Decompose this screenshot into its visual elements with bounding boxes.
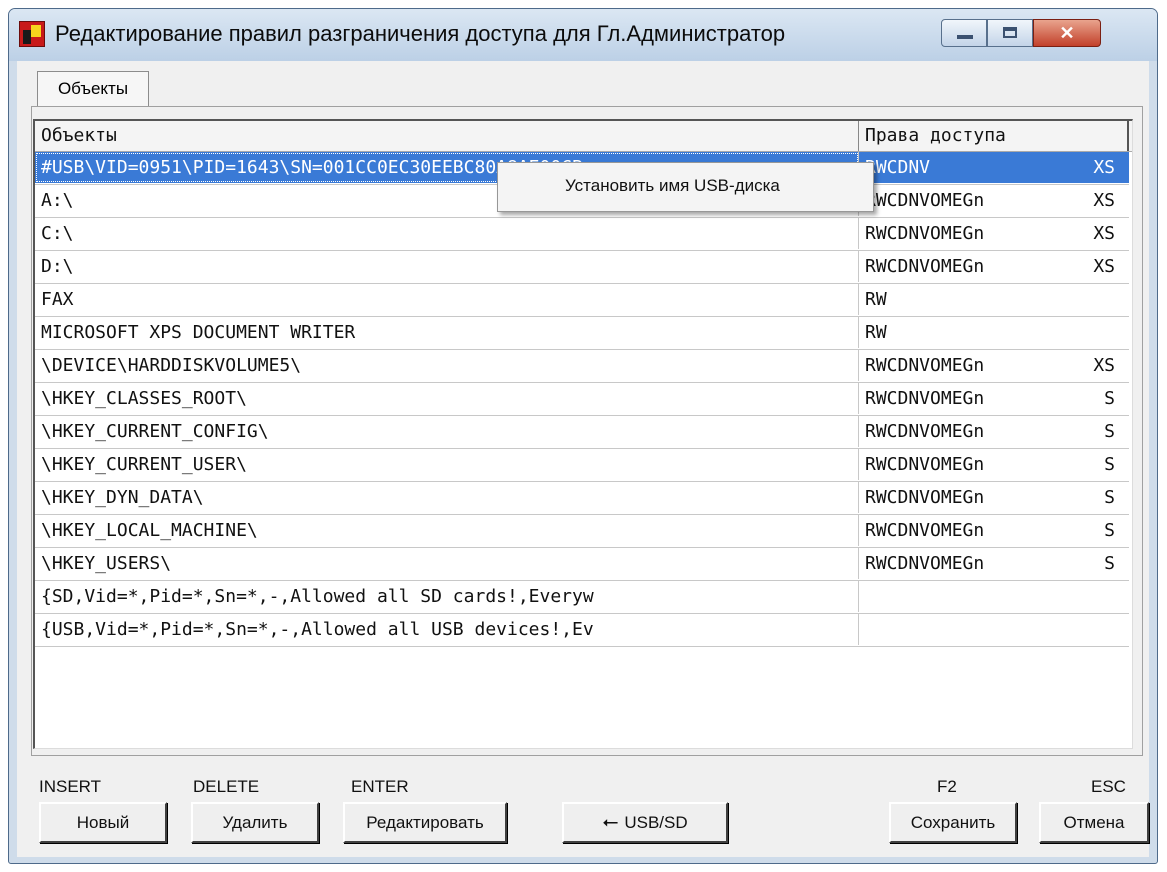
grid-header: Объекты Права доступа <box>35 121 1132 152</box>
rights-value: RWCDNVOMEGn <box>865 388 985 409</box>
rights-cell[interactable]: RWCDNVOMEGn XS <box>859 218 1129 249</box>
flags-value: S <box>1104 421 1115 442</box>
table-row[interactable]: \DEVICE\HARDDISKVOLUME5\ RWCDNVOMEGn XS <box>35 350 1129 383</box>
hotkey-enter-label: ENTER <box>351 777 409 796</box>
flags-value: XS <box>1093 157 1115 178</box>
object-cell[interactable]: {USB,Vid=*,Pid=*,Sn=*,-,Allowed all USB … <box>35 614 859 645</box>
context-menu: Установить имя USB-диска <box>497 162 874 212</box>
flags-value: XS <box>1093 190 1115 211</box>
object-cell[interactable]: D:\ <box>35 251 859 282</box>
rights-value: RWCDNVOMEGn <box>865 223 985 244</box>
rights-value: RWCDNV <box>865 157 931 178</box>
column-header-objects[interactable]: Объекты <box>35 121 859 151</box>
table-row[interactable]: {USB,Vid=*,Pid=*,Sn=*,-,Allowed all USB … <box>35 614 1129 647</box>
rights-value: RWCDNVOMEGn <box>865 487 985 508</box>
tab-objects[interactable]: Объекты <box>37 71 149 107</box>
edit-button[interactable]: Редактировать <box>343 802 507 843</box>
object-cell[interactable]: \DEVICE\HARDDISKVOLUME5\ <box>35 350 859 381</box>
minimize-button[interactable] <box>941 19 987 47</box>
object-cell[interactable]: \HKEY_CURRENT_USER\ <box>35 449 859 480</box>
rights-value: RWCDNVOMEGn <box>865 355 985 376</box>
new-button[interactable]: Новый <box>39 802 167 843</box>
rights-cell[interactable]: RWCDNVOMEGn XS <box>859 185 1129 216</box>
rights-value: RWCDNVOMEGn <box>865 454 985 475</box>
close-button[interactable]: ✕ <box>1033 19 1101 47</box>
table-row[interactable]: \HKEY_CLASSES_ROOT\ RWCDNVOMEGn S <box>35 383 1129 416</box>
rights-value: RWCDNVOMEGn <box>865 553 985 574</box>
grid-rows: #USB\VID=0951\PID=1643\SN=001CC0EC30EEBC… <box>35 152 1129 647</box>
window-title: Редактирование правил разграничения дост… <box>55 21 786 46</box>
rights-cell[interactable] <box>859 581 1129 612</box>
main-window: Редактирование правил разграничения дост… <box>8 8 1158 864</box>
cancel-button[interactable]: Отмена <box>1039 802 1149 843</box>
rights-value: RW <box>865 322 887 343</box>
flags-value: XS <box>1093 223 1115 244</box>
hotkey-insert-label: INSERT <box>39 777 102 796</box>
table-row[interactable]: \HKEY_CURRENT_USER\ RWCDNVOMEGn S <box>35 449 1129 482</box>
flags-value: S <box>1104 553 1115 574</box>
flags-value: XS <box>1093 256 1115 277</box>
rights-value: RWCDNVOMEGn <box>865 421 985 442</box>
flags-value: XS <box>1093 355 1115 376</box>
table-row[interactable]: \HKEY_DYN_DATA\ RWCDNVOMEGn S <box>35 482 1129 515</box>
object-cell[interactable]: \HKEY_DYN_DATA\ <box>35 482 859 513</box>
rights-value: RWCDNVOMEGn <box>865 520 985 541</box>
table-row[interactable]: \HKEY_CURRENT_CONFIG\ RWCDNVOMEGn S <box>35 416 1129 449</box>
table-row[interactable]: \HKEY_LOCAL_MACHINE\ RWCDNVOMEGn S <box>35 515 1129 548</box>
rights-cell[interactable]: RW <box>859 317 1129 348</box>
column-header-rights[interactable]: Права доступа <box>859 121 1129 151</box>
close-icon: ✕ <box>1059 23 1075 43</box>
rights-cell[interactable]: RWCDNVOMEGn XS <box>859 350 1129 381</box>
object-cell[interactable]: {SD,Vid=*,Pid=*,Sn=*,-,Allowed all SD ca… <box>35 581 859 612</box>
usb-icon: ⭠ <box>602 811 619 833</box>
object-cell[interactable]: FAX <box>35 284 859 315</box>
usb-sd-label: USB/SD <box>624 813 688 832</box>
object-cell[interactable]: C:\ <box>35 218 859 249</box>
table-row[interactable]: D:\ RWCDNVOMEGn XS <box>35 251 1129 284</box>
table-row[interactable]: C:\ RWCDNVOMEGn XS <box>35 218 1129 251</box>
save-button[interactable]: Сохранить <box>889 802 1017 843</box>
rights-value: RW <box>865 289 887 310</box>
table-row[interactable]: {SD,Vid=*,Pid=*,Sn=*,-,Allowed all SD ca… <box>35 581 1129 614</box>
rights-cell[interactable]: RWCDNVOMEGn S <box>859 383 1129 414</box>
flags-value: S <box>1104 454 1115 475</box>
minimize-icon <box>957 35 973 39</box>
rights-cell[interactable]: RWCDNVOMEGn S <box>859 482 1129 513</box>
rights-cell[interactable]: RWCDNVOMEGn S <box>859 416 1129 447</box>
object-cell[interactable]: \HKEY_CURRENT_CONFIG\ <box>35 416 859 447</box>
rights-cell[interactable]: RWCDNVOMEGn S <box>859 449 1129 480</box>
flags-value: S <box>1104 388 1115 409</box>
flags-value: S <box>1104 487 1115 508</box>
context-menu-item-set-usb-name[interactable]: Установить имя USB-диска <box>501 167 870 205</box>
rights-value: RWCDNVOMEGn <box>865 190 985 211</box>
objects-grid[interactable]: Объекты Права доступа #USB\VID=0951\PID=… <box>33 119 1133 749</box>
flags-value: S <box>1104 520 1115 541</box>
hotkey-esc-label: ESC <box>1091 777 1126 796</box>
app-shield-icon[interactable] <box>19 21 45 47</box>
table-row[interactable]: FAX RW <box>35 284 1129 317</box>
delete-button[interactable]: Удалить <box>191 802 319 843</box>
hotkey-delete-label: DELETE <box>193 777 260 796</box>
table-row[interactable]: \HKEY_USERS\ RWCDNVOMEGn S <box>35 548 1129 581</box>
maximize-button[interactable] <box>987 19 1033 47</box>
rights-cell[interactable]: RWCDNVOMEGn S <box>859 548 1129 579</box>
title-bar[interactable]: Редактирование правил разграничения дост… <box>9 9 1157 61</box>
object-cell[interactable]: \HKEY_CLASSES_ROOT\ <box>35 383 859 414</box>
maximize-icon <box>1003 27 1017 38</box>
table-row[interactable]: MICROSOFT XPS DOCUMENT WRITER RW <box>35 317 1129 350</box>
rights-cell[interactable]: RW <box>859 284 1129 315</box>
rights-cell[interactable] <box>859 614 1129 645</box>
object-cell[interactable]: MICROSOFT XPS DOCUMENT WRITER <box>35 317 859 348</box>
hotkey-f2-label: F2 <box>937 777 957 796</box>
rights-cell[interactable]: RWCDNV XS <box>859 152 1129 183</box>
object-cell[interactable]: \HKEY_LOCAL_MACHINE\ <box>35 515 859 546</box>
rights-cell[interactable]: RWCDNVOMEGn XS <box>859 251 1129 282</box>
rights-cell[interactable]: RWCDNVOMEGn S <box>859 515 1129 546</box>
usb-sd-button[interactable]: ⭠ USB/SD <box>562 802 728 843</box>
object-cell[interactable]: \HKEY_USERS\ <box>35 548 859 579</box>
rights-value: RWCDNVOMEGn <box>865 256 985 277</box>
